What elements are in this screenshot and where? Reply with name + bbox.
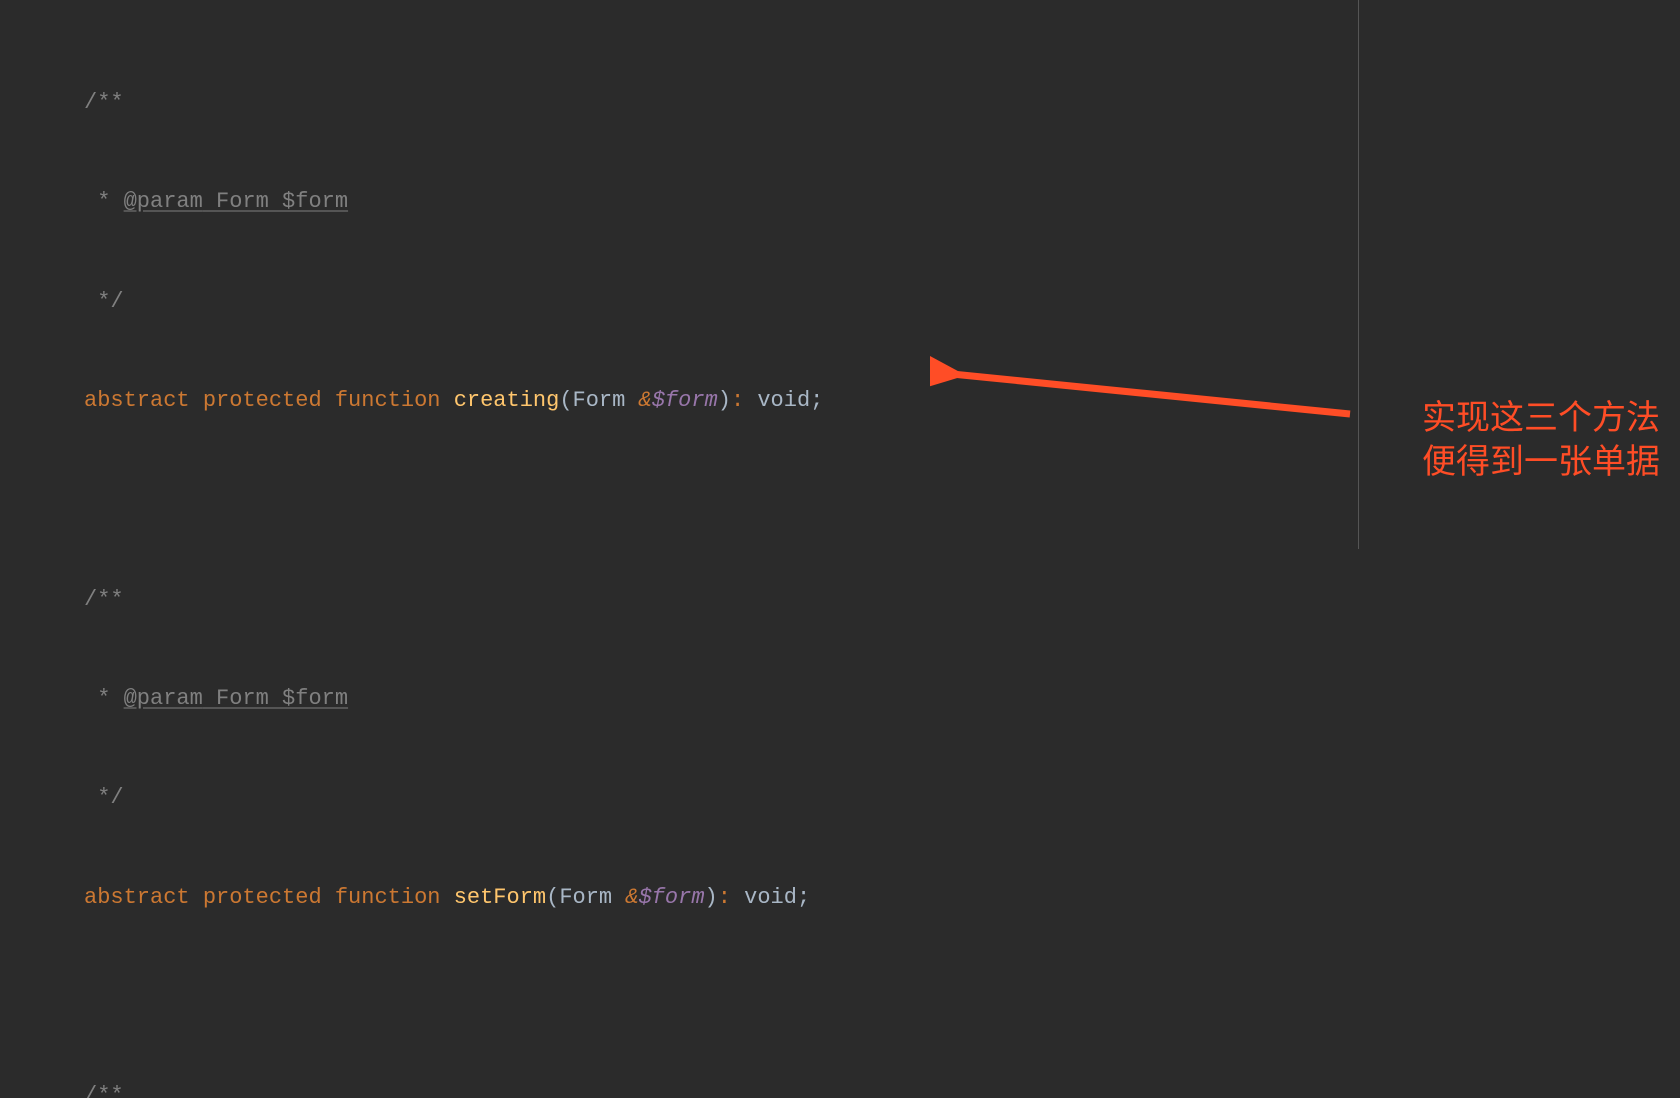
- paren-close: ): [705, 881, 718, 914]
- var-form: $form: [639, 881, 705, 914]
- doc-open: /**: [84, 86, 124, 119]
- kw-function: function: [335, 881, 441, 914]
- kw-function: function: [335, 384, 441, 417]
- void: void: [731, 881, 797, 914]
- param-type: Form: [559, 881, 625, 914]
- paren-open: (: [546, 881, 559, 914]
- colon: :: [718, 881, 731, 914]
- kw-abstract: abstract: [84, 384, 190, 417]
- amp: &: [639, 384, 652, 417]
- doc-open: /**: [84, 583, 124, 616]
- annotation-line1: 实现这三个方法: [1422, 396, 1660, 440]
- paren-open: (: [559, 384, 572, 417]
- paren-close: ): [718, 384, 731, 417]
- annotation-text: 实现这三个方法 便得到一张单据: [1422, 396, 1660, 484]
- param-type: Form: [573, 384, 639, 417]
- func-creating: creating: [454, 384, 560, 417]
- kw-protected: protected: [203, 384, 322, 417]
- kw-abstract: abstract: [84, 881, 190, 914]
- semi: ;: [810, 384, 823, 417]
- amp: &: [625, 881, 638, 914]
- doc-param-star: *: [84, 185, 124, 218]
- semi: ;: [797, 881, 810, 914]
- doc-open: /**: [84, 1079, 124, 1098]
- method-setForm: abstract protected function setForm(Form…: [84, 880, 1680, 913]
- doc-param-tag: @param: [124, 682, 203, 715]
- colon: :: [731, 384, 744, 417]
- func-setForm: setForm: [454, 881, 546, 914]
- code-editor[interactable]: /** * @param Form $form */ abstract prot…: [0, 0, 1680, 1098]
- void: void: [744, 384, 810, 417]
- doc-param-tag: @param: [124, 185, 203, 218]
- right-margin-ruler: [1358, 0, 1359, 549]
- kw-protected: protected: [203, 881, 322, 914]
- doc-param-star: *: [84, 682, 124, 715]
- annotation-line2: 便得到一张单据: [1422, 440, 1660, 484]
- doc-param-type: Form $form: [203, 682, 348, 715]
- var-form: $form: [652, 384, 718, 417]
- doc-close: */: [84, 285, 124, 318]
- doc-param-type: Form $form: [203, 185, 348, 218]
- doc-close: */: [84, 781, 124, 814]
